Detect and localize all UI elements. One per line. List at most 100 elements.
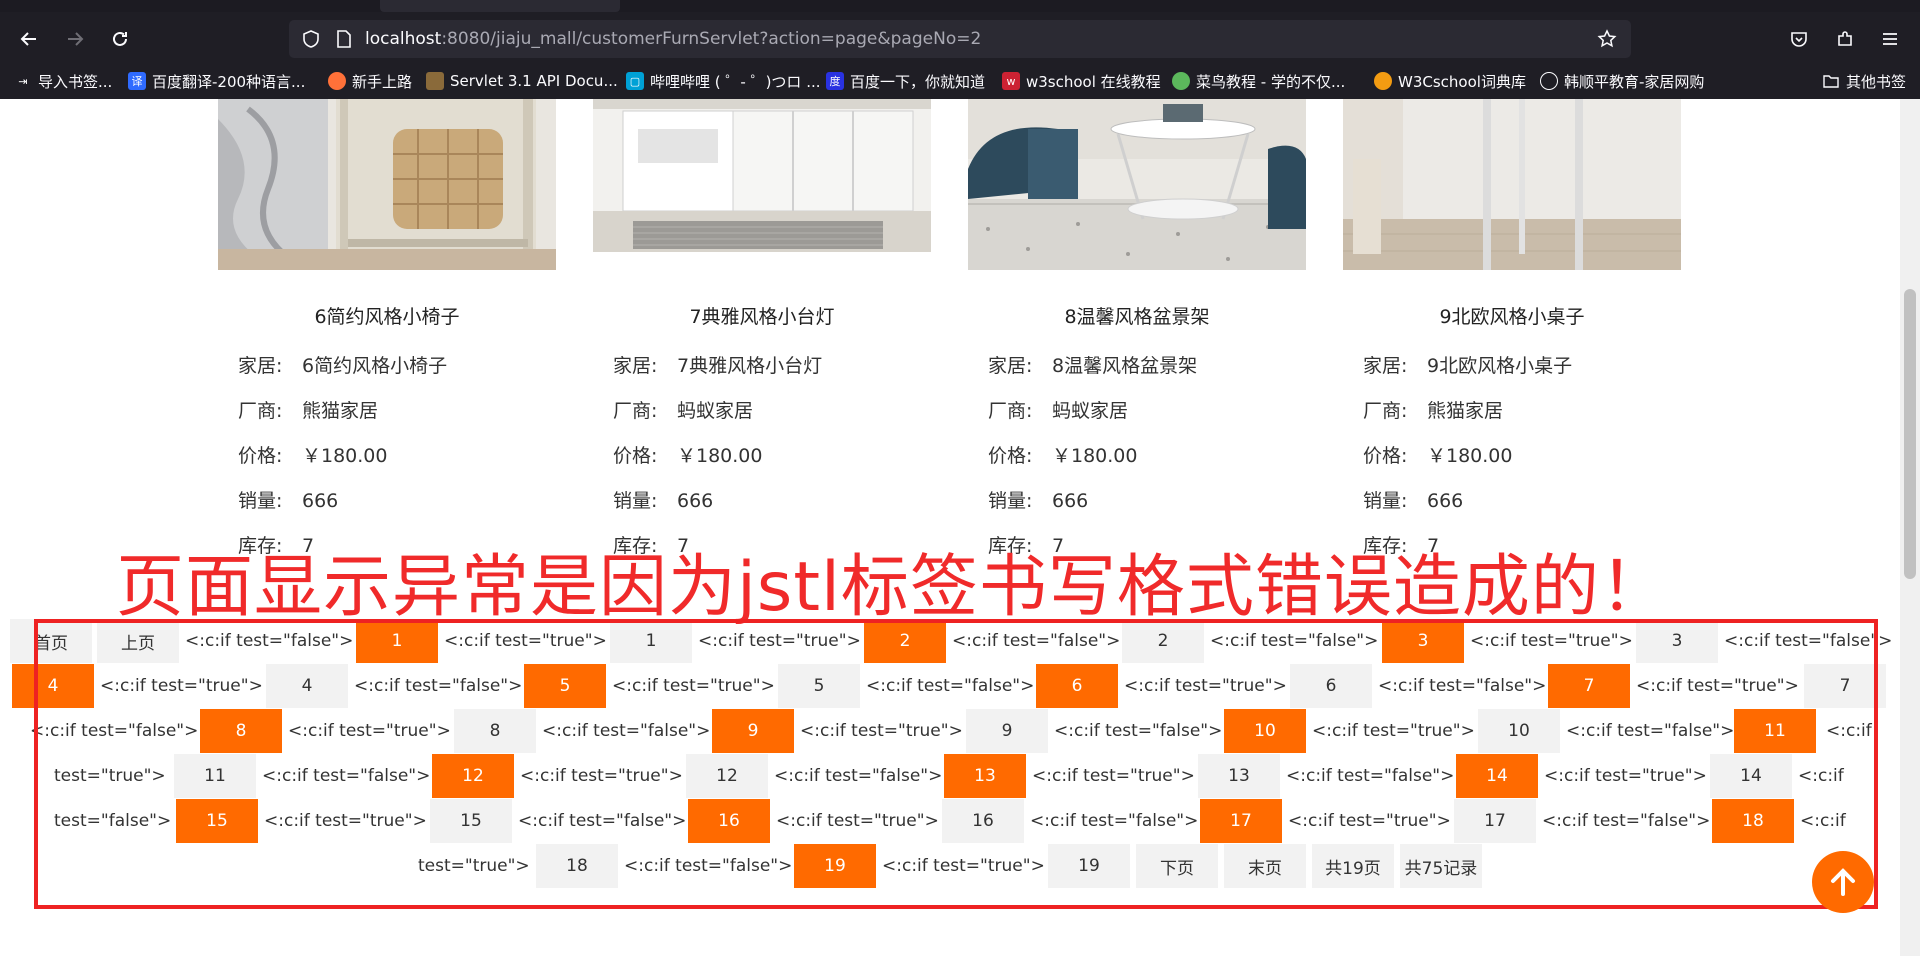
page-icon	[337, 30, 351, 48]
row-label: 厂商:	[238, 400, 283, 422]
bookmark-w3cschool[interactable]: W3Cschool词典库	[1374, 70, 1526, 92]
row-label: 销量:	[1363, 490, 1408, 512]
url-text[interactable]: localhost:8080/jiaju_mall/customerFurnSe…	[365, 29, 981, 49]
row-label: 价格:	[988, 445, 1033, 467]
product-row-name: 家居: 9北欧风格小桌子	[1363, 351, 1572, 378]
row-label: 厂商:	[988, 400, 1033, 422]
product-row-sales: 销量: 666	[238, 486, 338, 513]
product-row-price: 价格: ￥180.00	[988, 441, 1137, 468]
runoob-icon	[1172, 72, 1190, 90]
bookmark-label: 百度翻译-200种语言...	[152, 72, 306, 91]
product-title[interactable]: 6简约风格小椅子	[218, 302, 556, 329]
forward-button[interactable]	[60, 24, 90, 54]
baidu-icon: 度	[826, 72, 844, 90]
product-row-name: 家居: 7典雅风格小台灯	[613, 351, 822, 378]
bookmark-servlet-docs[interactable]: Servlet 3.1 API Docu...	[426, 70, 618, 92]
product-row-price: 价格: ￥180.00	[238, 441, 387, 468]
bookmark-label: 新手上路	[352, 72, 413, 91]
bookmark-hanshunping[interactable]: 韩顺平教育-家居网购	[1540, 70, 1704, 92]
row-label: 价格:	[613, 445, 658, 467]
bookmark-w3school[interactable]: w w3school 在线教程	[1002, 70, 1161, 92]
row-value: 666	[1052, 490, 1089, 512]
reload-button[interactable]	[105, 24, 135, 54]
bookmark-other-folder[interactable]: 其他书签	[1822, 70, 1906, 92]
product-image-chair[interactable]	[218, 99, 556, 270]
annotation-text: 页面显示异常是因为jstl标签书写格式错误造成的！	[116, 548, 1669, 627]
row-label: 家居:	[613, 355, 658, 377]
product-row-maker: 厂商: 蚂蚁家居	[613, 396, 753, 423]
annotation-highlight-box	[34, 619, 1878, 909]
bookmark-label: 菜鸟教程 - 学的不仅...	[1196, 72, 1346, 91]
back-arrow-icon	[20, 32, 36, 46]
bookmark-import[interactable]: ⇥ 导入书签...	[14, 70, 112, 92]
bookmark-baidu[interactable]: 度百度一下，你就知道	[826, 70, 985, 92]
bookmark-label: 其他书签	[1846, 72, 1907, 91]
product-image-table[interactable]	[1343, 99, 1681, 270]
row-value: 666	[302, 490, 339, 512]
arrow-up-icon	[1831, 868, 1855, 896]
row-value: 蚂蚁家居	[1052, 400, 1129, 422]
tab-strip	[0, 0, 1920, 12]
back-to-top-button[interactable]	[1812, 851, 1874, 913]
row-value: ￥180.00	[677, 445, 763, 467]
product-card: 8温馨风格盆景架 家居: 8温馨风格盆景架 厂商: 蚂蚁家居 价格: ￥180.00 …	[968, 99, 1306, 569]
bookmark-label: 百度一下，你就知道	[850, 72, 986, 91]
pocket-button[interactable]	[1784, 24, 1814, 54]
row-value: 熊猫家居	[302, 400, 379, 422]
doc-icon	[426, 72, 444, 90]
row-value: 7典雅风格小台灯	[677, 355, 823, 377]
bookmark-label: 导入书签...	[38, 72, 113, 91]
firefox-icon	[328, 72, 346, 90]
bookmark-star-icon[interactable]	[1597, 29, 1617, 49]
row-label: 厂商:	[1363, 400, 1408, 422]
reload-icon	[113, 31, 127, 46]
product-card: 6简约风格小椅子 家居: 6简约风格小椅子 厂商: 熊猫家居 价格: ￥180.00 …	[218, 99, 556, 569]
row-value: 666	[677, 490, 714, 512]
product-row-price: 价格: ￥180.00	[613, 441, 762, 468]
folder-icon	[1822, 72, 1840, 90]
product-row-maker: 厂商: 熊猫家居	[238, 396, 378, 423]
puzzle-icon	[1838, 31, 1852, 46]
row-label: 价格:	[1363, 445, 1408, 467]
browser-chrome: localhost:8080/jiaju_mall/customerFurnSe…	[0, 0, 1920, 99]
scrollbar-thumb[interactable]	[1904, 289, 1916, 579]
product-row-maker: 厂商: 蚂蚁家居	[988, 396, 1128, 423]
row-value: ￥180.00	[1427, 445, 1513, 467]
bookmarks-toolbar: ⇥ 导入书签... 译百度翻译-200种语言... 新手上路 Servlet 3.…	[0, 66, 1920, 96]
address-bar[interactable]: localhost:8080/jiaju_mall/customerFurnSe…	[289, 20, 1631, 58]
bookmark-baidu-translate[interactable]: 译百度翻译-200种语言...	[128, 70, 305, 92]
forward-arrow-icon	[68, 32, 84, 46]
product-card: 9北欧风格小桌子 家居: 9北欧风格小桌子 厂商: 熊猫家居 价格: ￥180.00 …	[1343, 99, 1681, 569]
row-label: 销量:	[988, 490, 1033, 512]
bookmark-runoob[interactable]: 菜鸟教程 - 学的不仅...	[1172, 70, 1345, 92]
active-tab-edge[interactable]	[380, 0, 620, 12]
extensions-button[interactable]	[1830, 24, 1860, 54]
bilibili-icon: ▢	[626, 72, 644, 90]
menu-button[interactable]	[1875, 24, 1905, 54]
product-row-sales: 销量: 666	[1363, 486, 1463, 513]
bookmark-label: w3school 在线教程	[1026, 72, 1161, 91]
product-row-name: 家居: 6简约风格小椅子	[238, 351, 447, 378]
product-image-lamp[interactable]	[593, 99, 931, 252]
shield-icon[interactable]	[301, 29, 321, 49]
row-label: 价格:	[238, 445, 283, 467]
w3cschool-icon	[1374, 72, 1392, 90]
baidu-translate-icon: 译	[128, 72, 146, 90]
vertical-scrollbar[interactable]	[1900, 99, 1920, 956]
product-image-plant-stand[interactable]	[968, 99, 1306, 270]
product-row-maker: 厂商: 熊猫家居	[1363, 396, 1503, 423]
bookmark-getting-started[interactable]: 新手上路	[328, 70, 412, 92]
w3school-icon: w	[1002, 72, 1020, 90]
row-value: 熊猫家居	[1427, 400, 1504, 422]
row-value: 6简约风格小椅子	[302, 355, 448, 377]
bookmark-bilibili[interactable]: ▢ 哔哩哔哩 ( ゜- ゜)つロ ...	[626, 70, 821, 92]
product-row-price: 价格: ￥180.00	[1363, 441, 1512, 468]
product-title[interactable]: 8温馨风格盆景架	[968, 302, 1306, 329]
bookmark-label: W3Cschool词典库	[1398, 72, 1526, 91]
product-title[interactable]: 7典雅风格小台灯	[593, 302, 931, 329]
product-title[interactable]: 9北欧风格小桌子	[1343, 302, 1681, 329]
row-value: 666	[1427, 490, 1464, 512]
row-label: 家居:	[238, 355, 283, 377]
product-card: 7典雅风格小台灯 家居: 7典雅风格小台灯 厂商: 蚂蚁家居 价格: ￥180.00 …	[593, 99, 931, 569]
back-button[interactable]	[14, 24, 44, 54]
